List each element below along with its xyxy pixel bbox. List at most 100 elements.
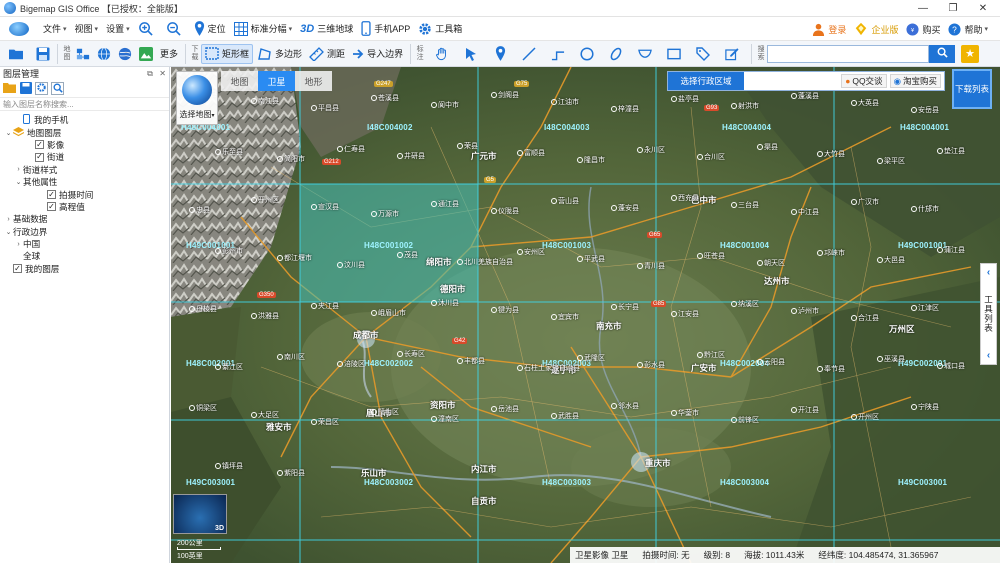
import-border-button[interactable]: 导入边界	[349, 44, 406, 64]
layer-tree-item[interactable]: ✓ 影像	[0, 139, 169, 151]
marker-tool-button[interactable]	[490, 44, 510, 64]
place-label: 青川县	[637, 261, 665, 271]
panel-close-icon[interactable]: ✕	[159, 69, 166, 78]
select-tool-button[interactable]	[461, 44, 481, 64]
pan-tool-button[interactable]	[432, 44, 452, 64]
layer-checkbox[interactable]: ✓	[35, 152, 44, 162]
layer-settings-button[interactable]	[35, 82, 48, 95]
ellipse-tool-button[interactable]	[606, 44, 626, 64]
main-toolbar: 地图 更多 下载 矩形框 多边形 测距 导入边界 标注 搜索 ★	[0, 41, 1000, 67]
expand-toggle-icon[interactable]: ›	[14, 166, 23, 173]
place-label: 镇坪县	[215, 461, 243, 471]
place-label: 开江县	[791, 405, 819, 415]
layer-checkbox[interactable]: ✓	[47, 190, 56, 200]
line-tool-button[interactable]	[519, 44, 539, 64]
map-source-3-button[interactable]	[115, 44, 135, 64]
rectangle-download-button[interactable]: 矩形框	[201, 43, 254, 64]
place-label: 朝天区	[757, 258, 785, 268]
login-button[interactable]: 登录	[812, 23, 846, 36]
expand-toggle-icon[interactable]: ⌄	[4, 129, 13, 137]
open-file-button[interactable]	[6, 44, 26, 64]
taobao-buy-button[interactable]: ◉ 淘宝购买	[889, 74, 941, 88]
save-button[interactable]	[33, 44, 53, 64]
menu-mobile-app[interactable]: 手机APP	[361, 21, 410, 36]
open-layer-button[interactable]	[3, 82, 16, 95]
expand-toggle-icon[interactable]: ›	[4, 216, 13, 223]
map-source-1-button[interactable]	[73, 44, 93, 64]
layer-tree-item[interactable]: ✓ 我的图层	[0, 263, 169, 275]
layer-tree-item[interactable]: ⌄ 其他属性	[0, 176, 169, 188]
tab-terrain[interactable]: 地形	[295, 71, 332, 91]
layer-checkbox[interactable]: ✓	[13, 264, 22, 274]
rectangle-tool-button[interactable]	[664, 44, 684, 64]
menu-view[interactable]: 视图 ▾	[75, 22, 99, 35]
search-button[interactable]	[929, 44, 956, 63]
expand-toggle-icon[interactable]: ⌄	[4, 228, 13, 236]
menu-std-grid[interactable]: 标准分幅 ▾	[233, 21, 292, 36]
grid-tile-label: H48C003003	[542, 478, 592, 487]
layer-tree-item[interactable]: › 街道样式	[0, 164, 169, 176]
layer-tree-item[interactable]: ✓ 街道	[0, 151, 169, 163]
layer-tree-item[interactable]: ✓ 拍摄时间	[0, 188, 169, 200]
bigemap-logo-icon[interactable]	[9, 21, 29, 36]
menu-toolbox[interactable]: 工具箱	[418, 22, 462, 36]
tag-tool-button[interactable]	[693, 44, 713, 64]
layer-tree-item[interactable]: › 基础数据	[0, 213, 169, 225]
layer-search-input[interactable]: 输入图层名称搜索...	[0, 97, 169, 111]
select-map-button[interactable]: 选择地图▾	[176, 71, 218, 125]
menu-locate[interactable]: 定位	[194, 21, 226, 36]
layer-search-button[interactable]	[51, 82, 64, 95]
buy-button[interactable]: ¥ 购买	[906, 22, 940, 36]
layer-tree-item[interactable]: › 中国	[0, 238, 169, 250]
zoom-out-button[interactable]	[166, 21, 184, 36]
circle-tool-button[interactable]	[577, 44, 597, 64]
polygon-icon	[257, 47, 272, 61]
enterprise-button[interactable]: 企业版	[854, 22, 898, 36]
menu-settings[interactable]: 设置 ▾	[106, 22, 130, 35]
layer-tree-label: 基础数据	[13, 214, 48, 225]
map-source-4-button[interactable]	[136, 44, 156, 64]
layer-tree-item[interactable]: 我的手机	[0, 114, 169, 126]
layer-checkbox[interactable]: ✓	[35, 140, 44, 150]
panel-float-icon[interactable]: ⧉	[147, 69, 153, 78]
layer-tree-item[interactable]: 全球	[0, 250, 169, 262]
curve-tool-button[interactable]	[635, 44, 655, 64]
menu-file[interactable]: 文件 ▾	[43, 22, 67, 35]
minimap-3d[interactable]: 3D	[173, 494, 227, 534]
save-layer-icon	[19, 81, 32, 96]
cursor-arrow-icon	[464, 47, 478, 61]
polygon-download-button[interactable]: 多边形	[254, 44, 305, 64]
city-label: 自贡市	[471, 496, 497, 506]
layer-checkbox[interactable]: ✓	[47, 202, 56, 212]
more-maps-button[interactable]: 更多	[157, 44, 181, 64]
help-button[interactable]: ? 帮助 ▾	[948, 22, 988, 36]
save-layer-button[interactable]	[19, 81, 32, 96]
layer-tree-item[interactable]: ⌄ 行政边界	[0, 226, 169, 238]
minimize-button[interactable]: —	[908, 0, 938, 17]
maximize-button[interactable]: ❐	[938, 0, 968, 17]
zoom-in-button[interactable]	[138, 21, 156, 36]
place-label: 合江县	[851, 313, 879, 323]
expand-left-icon[interactable]: ‹	[987, 350, 990, 361]
tools-list-panel[interactable]: ‹ 工具列表 ‹	[980, 263, 997, 365]
layer-tree-item[interactable]: ⌄ 地图图层	[0, 126, 169, 138]
download-list-button[interactable]: 下载列表	[952, 69, 992, 109]
menu-3d-earth[interactable]: 3D 三维地球	[300, 22, 353, 35]
select-region-button[interactable]: 选择行政区域	[668, 72, 744, 90]
map-view[interactable]: H48C004001 I48C004002 I48C004003 H48C004004…	[171, 67, 1000, 563]
polyline-tool-button[interactable]	[548, 44, 568, 64]
expand-toggle-icon[interactable]: ›	[14, 241, 23, 248]
tab-satellite[interactable]: 卫星	[258, 71, 295, 91]
expand-toggle-icon[interactable]: ⌄	[14, 178, 23, 186]
map-source-2-button[interactable]	[94, 44, 114, 64]
phone-icon	[23, 114, 34, 126]
edit-tool-button[interactable]	[722, 44, 742, 64]
close-button[interactable]: ✕	[968, 0, 998, 17]
favorites-button[interactable]: ★	[961, 44, 980, 63]
qq-chat-button[interactable]: ● QQ交谈	[841, 74, 887, 88]
measure-distance-button[interactable]: 测距	[306, 44, 348, 64]
search-input[interactable]	[767, 44, 930, 63]
collapse-left-icon[interactable]: ‹	[987, 267, 990, 278]
tab-map[interactable]: 地图	[221, 71, 258, 91]
layer-tree-item[interactable]: ✓ 高程值	[0, 201, 169, 213]
